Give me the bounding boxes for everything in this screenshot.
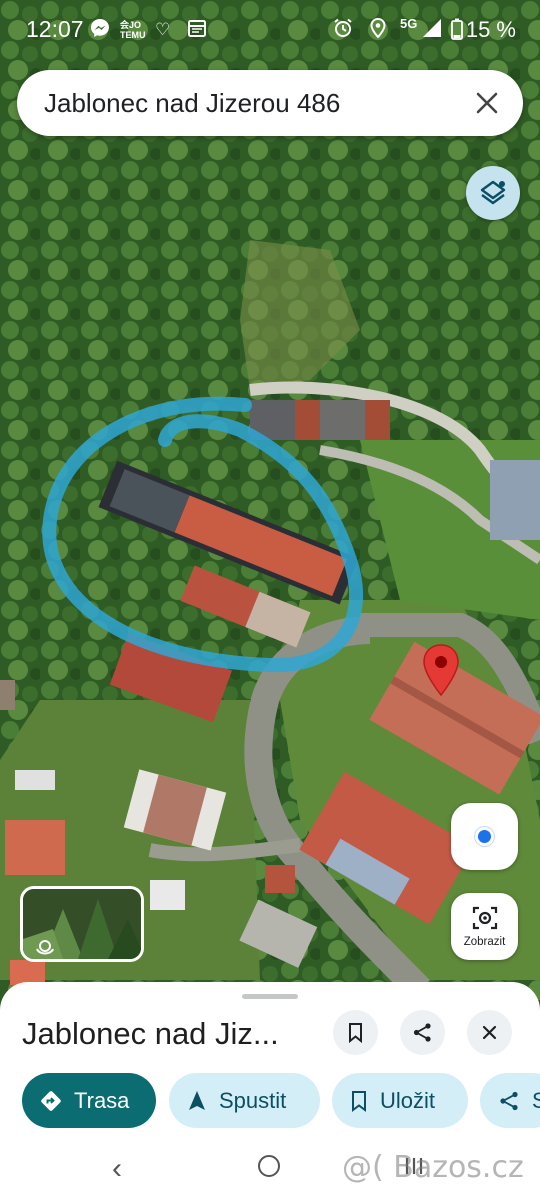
- messenger-icon: [90, 18, 110, 45]
- home-button[interactable]: [258, 1155, 280, 1177]
- close-sheet-button[interactable]: [467, 1010, 512, 1055]
- street-view-thumbnail[interactable]: [20, 886, 144, 962]
- map-pin-icon: [423, 644, 459, 697]
- bookmark-icon: [349, 1023, 362, 1043]
- save-button[interactable]: Uložit: [332, 1073, 468, 1128]
- share-icon: [500, 1091, 518, 1110]
- watermark: @( Bazos.cz: [342, 1150, 524, 1185]
- directions-icon: [41, 1090, 61, 1111]
- navigation-arrow-icon: [189, 1090, 205, 1110]
- temu-icon: 会JO TEMU: [120, 20, 146, 40]
- save-label: Uložit: [380, 1087, 436, 1113]
- signal-icon: [422, 18, 442, 45]
- lens-label: Zobrazit: [463, 936, 506, 948]
- bookmark-icon: [352, 1090, 366, 1112]
- clear-search-button[interactable]: [467, 83, 507, 123]
- drag-handle[interactable]: [242, 994, 298, 999]
- camera-lens-icon: [472, 906, 498, 930]
- place-title: Jablonec nad Jiz...: [22, 1016, 279, 1051]
- share-icon: [413, 1023, 431, 1042]
- close-icon: [476, 92, 498, 114]
- search-bar[interactable]: Jablonec nad Jizerou 486: [17, 70, 523, 136]
- location-pin[interactable]: [421, 643, 461, 697]
- battery-percent: 15 %: [465, 17, 516, 42]
- save-place-button[interactable]: [333, 1010, 378, 1055]
- share-button[interactable]: [400, 1010, 445, 1055]
- street-view-image: [23, 889, 141, 959]
- start-navigation-button[interactable]: Spustit: [169, 1073, 320, 1128]
- directions-label: Trasa: [74, 1087, 130, 1113]
- battery-icon: [451, 18, 463, 47]
- start-label: Spustit: [219, 1087, 287, 1113]
- search-query[interactable]: Jablonec nad Jizerou 486: [44, 88, 340, 119]
- directions-button[interactable]: Trasa: [22, 1073, 156, 1128]
- my-location-button[interactable]: [451, 803, 518, 870]
- lens-button[interactable]: Zobrazit: [451, 893, 518, 960]
- layers-button[interactable]: [466, 166, 520, 220]
- share-chip-button[interactable]: S: [480, 1073, 540, 1128]
- back-button[interactable]: ‹: [112, 1152, 122, 1186]
- location-icon: [370, 17, 386, 45]
- heart-icon: ♡: [155, 20, 171, 39]
- calendar-icon: [187, 18, 207, 45]
- close-icon: [482, 1025, 497, 1040]
- layers-icon: [480, 180, 506, 205]
- alarm-icon: [333, 18, 353, 45]
- status-bar: 12:07 会JO TEMU ♡ 5G 15 %: [0, 0, 540, 62]
- share-label: S: [532, 1087, 540, 1113]
- clock: 12:07: [26, 16, 84, 42]
- my-location-icon: [478, 830, 491, 843]
- network-type: 5G: [400, 16, 418, 31]
